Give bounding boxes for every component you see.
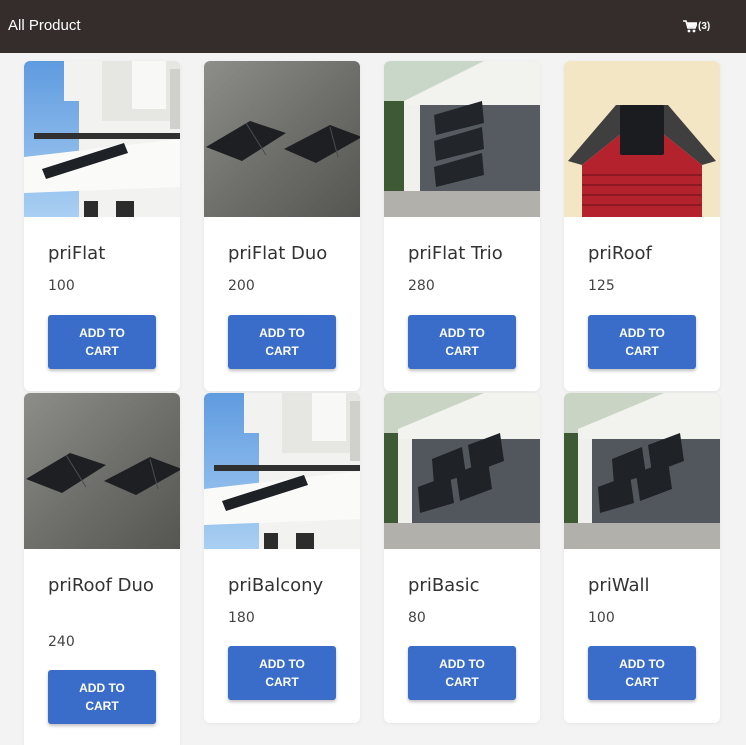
cart-button[interactable]: (3): [683, 20, 710, 33]
product-name: priBasic: [408, 575, 480, 596]
product-price: 125: [588, 278, 615, 294]
product-image: [564, 393, 720, 549]
product-price: 280: [408, 278, 435, 294]
cart-count: (3): [698, 21, 711, 32]
product-card: priFlat Trio 280 ADD TO CART: [384, 61, 540, 391]
product-image: [204, 61, 360, 217]
product-name: priBalcony: [228, 575, 324, 596]
add-to-cart-button[interactable]: ADD TO CART: [588, 315, 696, 369]
product-card: priFlat 100 ADD TO CART: [24, 61, 180, 391]
product-name: priWall: [588, 575, 650, 596]
product-image: [24, 393, 180, 549]
product-name: priRoof: [588, 243, 652, 264]
product-name: priFlat Duo: [228, 243, 328, 264]
product-price: 240: [48, 634, 75, 650]
product-card: priBalcony 180 ADD TO CART: [204, 393, 360, 723]
product-name: priFlat Trio: [408, 243, 503, 264]
product-image: [384, 393, 540, 549]
add-to-cart-button[interactable]: ADD TO CART: [48, 315, 156, 369]
product-card: priRoof 125 ADD TO CART: [564, 61, 720, 391]
product-card: priBasic 80 ADD TO CART: [384, 393, 540, 723]
product-card: priWall 100 ADD TO CART: [564, 393, 720, 723]
product-image: [204, 393, 360, 549]
add-to-cart-button[interactable]: ADD TO CART: [408, 646, 516, 700]
app-header: All Product (3): [0, 0, 746, 53]
product-image: [564, 61, 720, 217]
product-price: 200: [228, 278, 255, 294]
page-title: All Product: [8, 17, 81, 34]
product-image: [24, 61, 180, 217]
product-price: 100: [588, 610, 615, 626]
add-to-cart-button[interactable]: ADD TO CART: [408, 315, 516, 369]
cart-icon: [683, 20, 697, 33]
add-to-cart-button[interactable]: ADD TO CART: [228, 315, 336, 369]
product-card: priFlat Duo 200 ADD TO CART: [204, 61, 360, 391]
product-card: priRoof Duo 240 ADD TO CART: [24, 393, 180, 745]
product-price: 180: [228, 610, 255, 626]
product-image: [384, 61, 540, 217]
add-to-cart-button[interactable]: ADD TO CART: [588, 646, 696, 700]
add-to-cart-button[interactable]: ADD TO CART: [228, 646, 336, 700]
add-to-cart-button[interactable]: ADD TO CART: [48, 670, 156, 724]
product-name: priFlat: [48, 243, 106, 264]
product-name: priRoof Duo: [48, 575, 154, 596]
product-price: 100: [48, 278, 75, 294]
product-price: 80: [408, 610, 426, 626]
